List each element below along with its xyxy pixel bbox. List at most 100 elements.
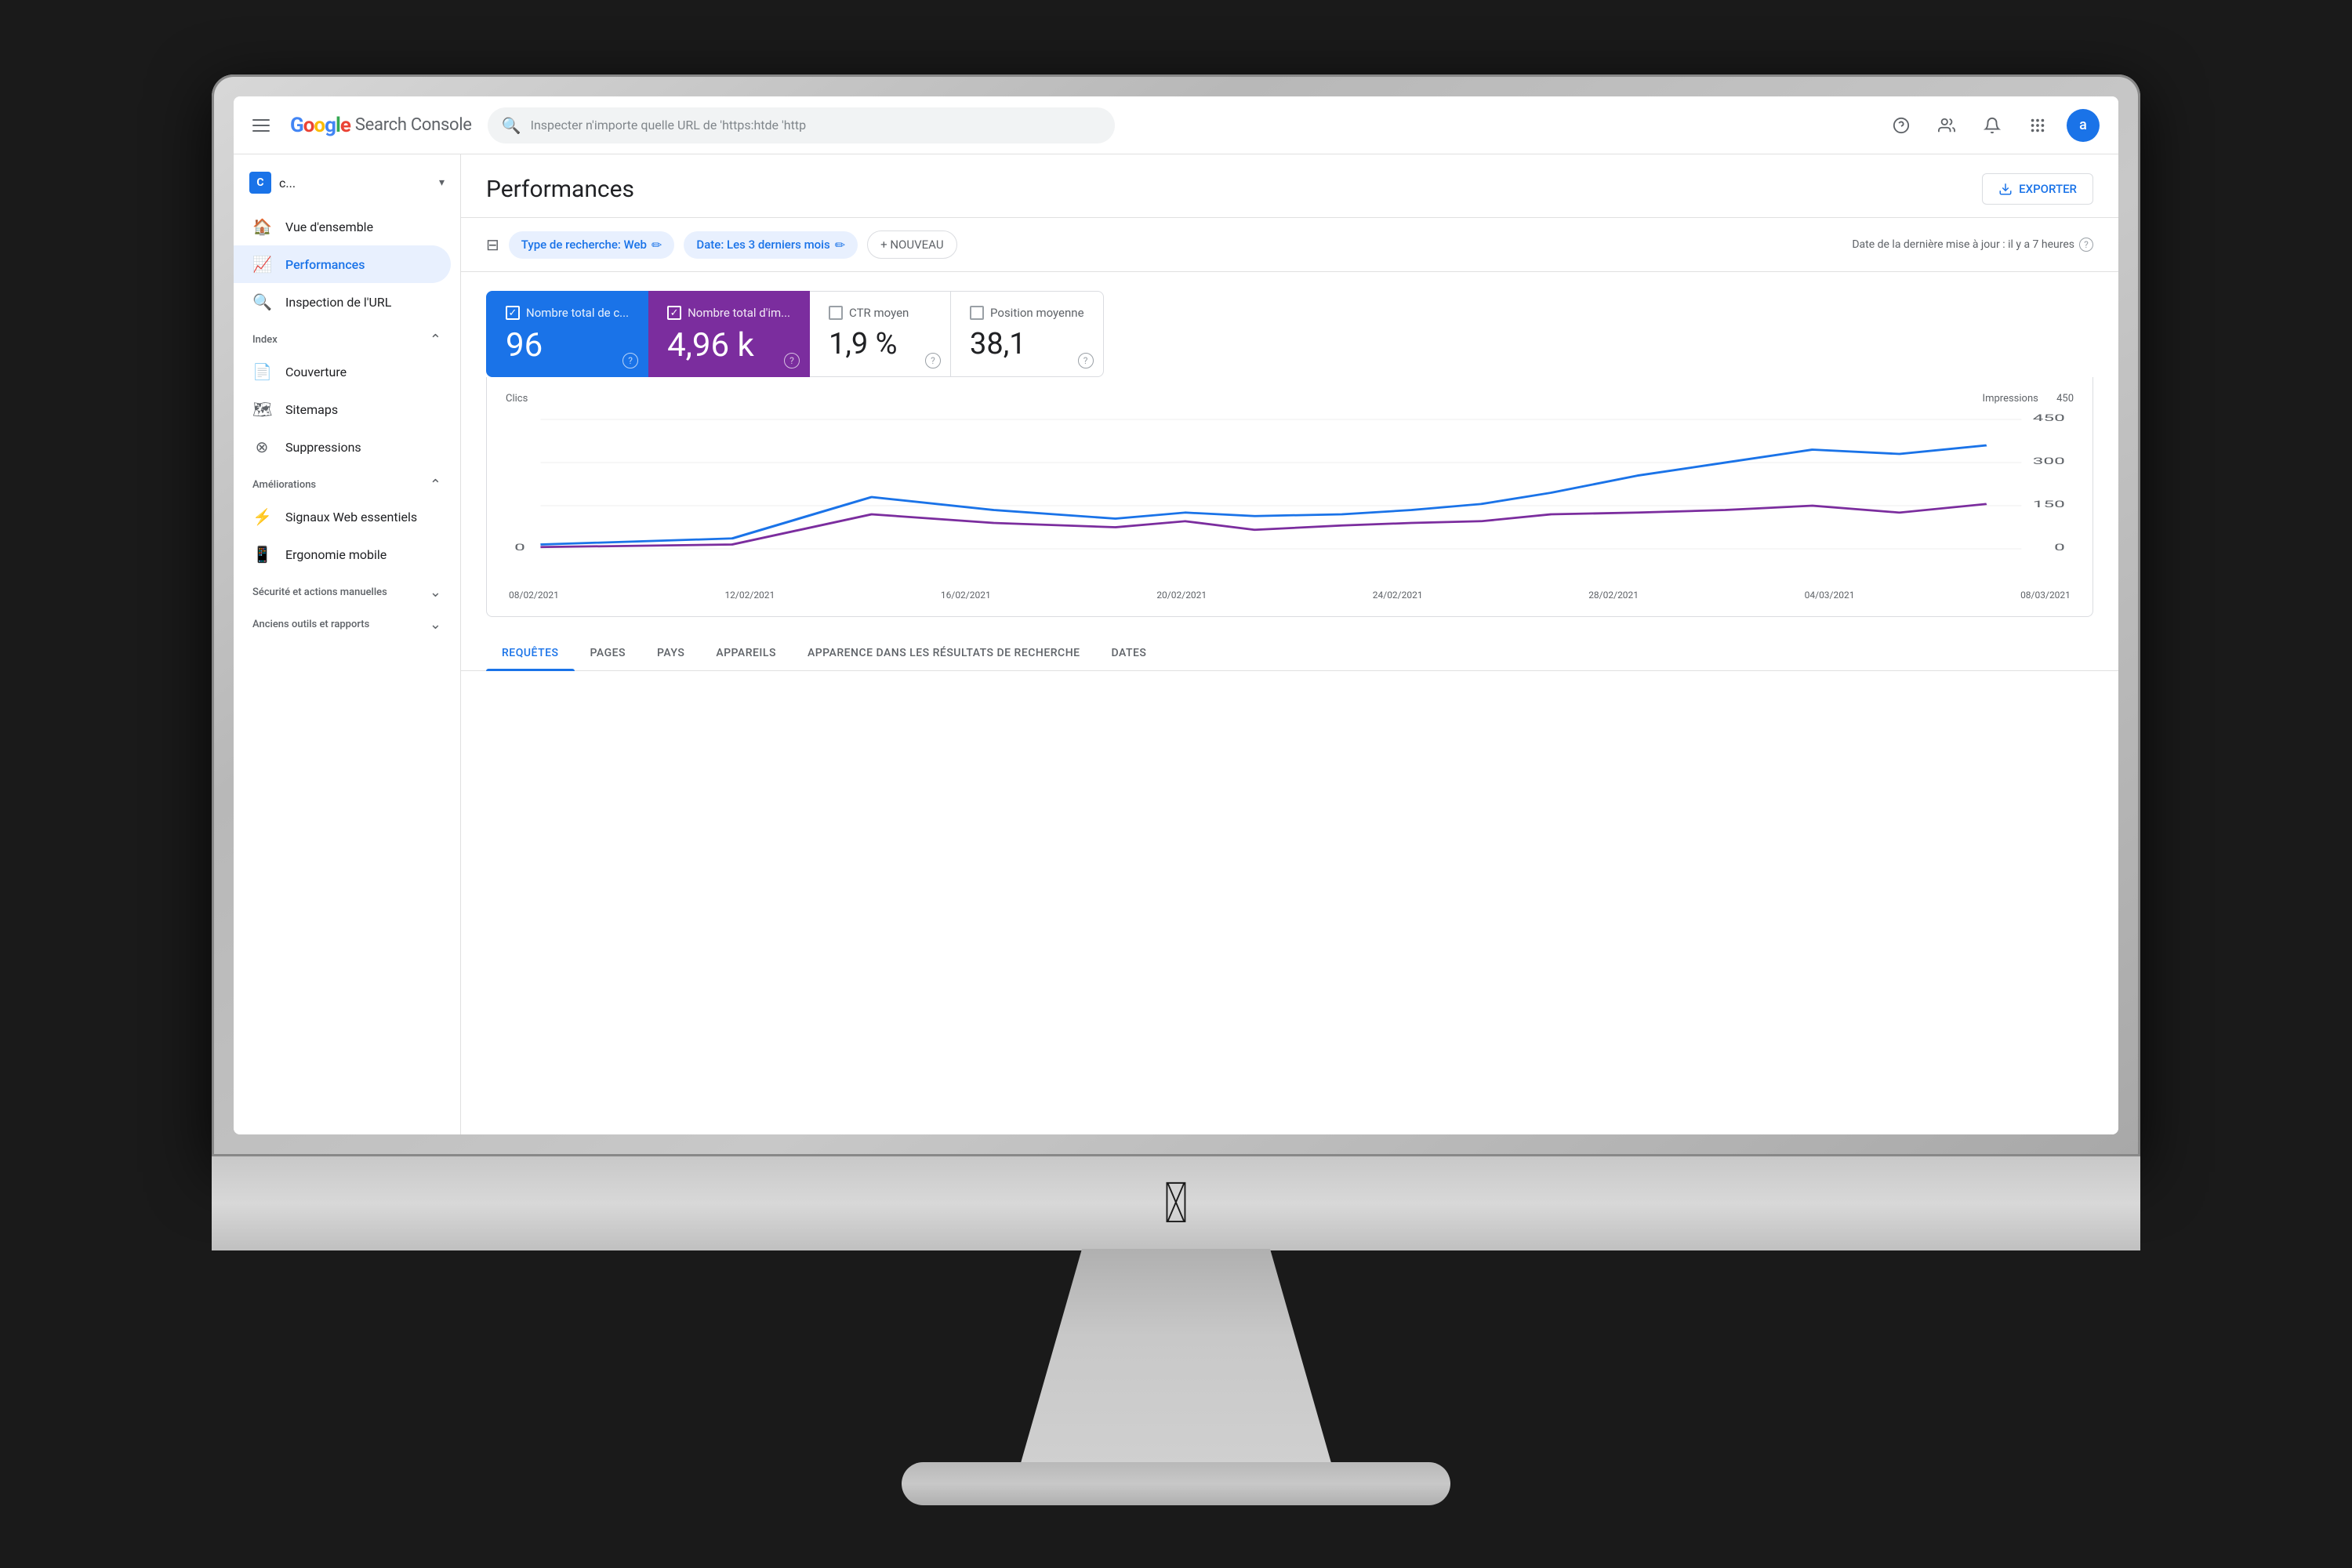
metric-impressions[interactable]: ✓ Nombre total d'im... 4,96 k ? (648, 291, 810, 377)
imac-chin:  (212, 1156, 2140, 1250)
securite-section-header[interactable]: Sécurité et actions manuelles ⌄ (234, 573, 460, 605)
tab-pages[interactable]: PAGES (575, 636, 642, 670)
svg-text:0: 0 (514, 542, 525, 553)
chart-svg-wrapper: 450 300 150 0 0 (506, 411, 2074, 583)
type-filter-chip[interactable]: Type de recherche: Web ✏ (509, 231, 675, 259)
header-icons: a (1885, 109, 2100, 142)
new-filter-button[interactable]: + NOUVEAU (867, 230, 956, 259)
tab-dates[interactable]: DATES (1096, 636, 1163, 670)
sidebar-item-couverture[interactable]: 📄 Couverture (234, 353, 451, 390)
site-name: c... (279, 176, 431, 191)
couverture-icon: 📄 (252, 362, 271, 381)
metric-ctr-header: CTR moyen (829, 306, 931, 320)
tab-pages-label: PAGES (590, 647, 626, 659)
google-e-red: e (340, 114, 350, 137)
metric-position-value: 38,1 (970, 329, 1084, 359)
type-filter-edit-icon[interactable]: ✏ (652, 238, 662, 252)
tab-requetes[interactable]: REQUÊTES (486, 636, 575, 670)
last-update-info: Date de la dernière mise à jour : il y a… (1852, 238, 2093, 252)
metric-impressions-label: Nombre total d'im... (688, 306, 790, 320)
notifications-icon-btn[interactable] (1976, 109, 2009, 142)
sidebar-item-performances[interactable]: 📈 Performances (234, 245, 451, 283)
chart-container: Clics Impressions 450 450 3 (486, 377, 2093, 617)
metric-position-info-icon[interactable]: ? (1078, 353, 1094, 368)
sidebar-item-signaux-web[interactable]: ⚡ Signaux Web essentiels (234, 498, 451, 535)
chart-x-label-5: 24/02/2021 (1373, 590, 1423, 601)
metric-impressions-header: ✓ Nombre total d'im... (667, 306, 790, 320)
accounts-icon-btn[interactable] (1930, 109, 1963, 142)
sidebar-ergonomie-label: Ergonomie mobile (285, 547, 387, 562)
sidebar-url-label: Inspection de l'URL (285, 295, 391, 310)
sidebar-item-ergonomie[interactable]: 📱 Ergonomie mobile (234, 535, 451, 573)
search-input[interactable]: Inspecter n'importe quelle URL de 'https… (531, 118, 806, 132)
index-section-arrow[interactable]: ⌃ (430, 332, 441, 348)
tab-pays[interactable]: PAYS (641, 636, 700, 670)
gsc-search-bar[interactable]: 🔍 Inspecter n'importe quelle URL de 'htt… (488, 107, 1115, 143)
google-o-red: o (303, 114, 314, 137)
tab-apparence[interactable]: APPARENCE DANS LES RÉSULTATS DE RECHERCH… (792, 636, 1096, 670)
index-section-header: Index ⌃ (234, 321, 460, 353)
anciens-section-header[interactable]: Anciens outils et rapports ⌄ (234, 605, 460, 637)
chart-x-label-6: 28/02/2021 (1588, 590, 1639, 601)
svg-text:0: 0 (2054, 542, 2065, 553)
ameliorations-section-header: Améliorations ⌃ (234, 466, 460, 498)
sidebar-suppressions-label: Suppressions (285, 440, 361, 455)
date-filter-chip[interactable]: Date: Les 3 derniers mois ✏ (684, 231, 858, 259)
gsc-logo-text: Search Console (355, 115, 472, 135)
date-filter-label: Date: Les 3 derniers mois (696, 238, 829, 252)
sidebar-couverture-label: Couverture (285, 365, 347, 379)
sidebar-performances-label: Performances (285, 257, 365, 272)
tab-appareils[interactable]: APPAREILS (700, 636, 792, 670)
chart-right-label: Impressions 450 (1983, 393, 2074, 405)
chart-x-label-7: 04/03/2021 (1805, 590, 1855, 601)
sidebar-signaux-label: Signaux Web essentiels (285, 510, 417, 524)
tabs-row: REQUÊTES PAGES PAYS APPAREILS (461, 636, 2118, 671)
metric-clics-label: Nombre total de c... (526, 306, 629, 320)
chart-right-450: 450 (2056, 393, 2074, 405)
user-avatar[interactable]: a (2067, 109, 2100, 142)
date-filter-edit-icon[interactable]: ✏ (835, 238, 845, 252)
chart-x-label-3: 16/02/2021 (941, 590, 991, 601)
content-header: Performances EXPORTER (461, 154, 2118, 218)
svg-text:150: 150 (2033, 499, 2065, 510)
metric-clics-info-icon[interactable]: ? (622, 353, 638, 368)
performance-icon: 📈 (252, 255, 271, 274)
metric-clics-value: 96 (506, 329, 629, 362)
url-inspection-icon: 🔍 (252, 292, 271, 311)
filter-icon[interactable]: ⊟ (486, 235, 499, 254)
svg-text:300: 300 (2033, 456, 2065, 466)
site-selector[interactable]: C c... ▾ (234, 164, 460, 201)
chart-labels-row: Clics Impressions 450 (506, 393, 2074, 405)
sitemaps-icon: 🗺 (252, 400, 271, 419)
apps-icon-btn[interactable] (2021, 109, 2054, 142)
last-update-info-icon[interactable]: ? (2079, 238, 2093, 252)
gsc-logo: Google Search Console (290, 114, 472, 137)
metric-ctr[interactable]: CTR moyen 1,9 % ? (810, 291, 951, 377)
metric-position-header: Position moyenne (970, 306, 1084, 320)
securite-section-arrow[interactable]: ⌄ (430, 584, 441, 601)
gsc-main: C c... ▾ 🏠 Vue d'ensemble 📈 Performances (234, 154, 2118, 1134)
metric-impressions-info-icon[interactable]: ? (784, 353, 800, 368)
sidebar-item-overview[interactable]: 🏠 Vue d'ensemble (234, 208, 451, 245)
google-g2-blue: g (325, 114, 336, 137)
metric-clics[interactable]: ✓ Nombre total de c... 96 ? (486, 291, 648, 377)
hamburger-menu-icon[interactable] (252, 114, 274, 136)
chart-x-label-1: 08/02/2021 (509, 590, 559, 601)
metric-ctr-label: CTR moyen (849, 306, 909, 320)
tab-dates-label: DATES (1112, 647, 1147, 659)
export-button[interactable]: EXPORTER (1982, 173, 2093, 205)
tab-requetes-label: REQUÊTES (502, 647, 559, 659)
ameliorations-section-arrow[interactable]: ⌃ (430, 477, 441, 493)
sidebar-item-url-inspection[interactable]: 🔍 Inspection de l'URL (234, 283, 451, 321)
sidebar-item-sitemaps[interactable]: 🗺 Sitemaps (234, 390, 451, 428)
index-section-label: Index (252, 334, 278, 346)
help-icon-btn[interactable] (1885, 109, 1918, 142)
chart-x-labels: 08/02/2021 12/02/2021 16/02/2021 20/02/2… (506, 590, 2074, 601)
metric-clics-header: ✓ Nombre total de c... (506, 306, 629, 320)
sidebar-item-suppressions[interactable]: ⊗ Suppressions (234, 428, 451, 466)
anciens-section-arrow[interactable]: ⌄ (430, 616, 441, 633)
metric-ctr-info-icon[interactable]: ? (925, 353, 941, 368)
metric-position[interactable]: Position moyenne 38,1 ? (951, 291, 1104, 377)
type-filter-label: Type de recherche: Web (521, 238, 647, 252)
metric-ctr-checkbox (829, 306, 843, 320)
